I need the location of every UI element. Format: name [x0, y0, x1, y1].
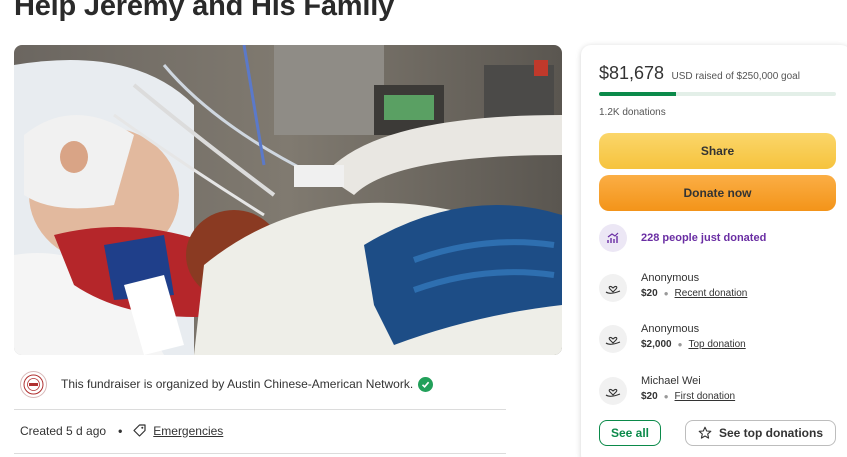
star-icon	[698, 426, 712, 439]
divider	[14, 453, 506, 454]
separator-dot: •	[118, 423, 123, 438]
organizer-text: This fundraiser is organized by Austin C…	[61, 377, 414, 391]
heart-hand-icon	[599, 377, 627, 405]
divider	[14, 409, 506, 410]
see-top-donations-button[interactable]: See top donations	[685, 420, 836, 446]
trending-up-icon	[599, 224, 627, 252]
share-button[interactable]: Share	[599, 133, 836, 169]
donation-item: Anonymous $2,000 ● Top donation	[599, 323, 746, 353]
heart-hand-icon	[599, 325, 627, 353]
amount-raised: $81,678 USD raised of $250,000 goal	[599, 63, 800, 84]
organization-logo-icon[interactable]	[20, 370, 47, 398]
category-link[interactable]: Emergencies	[153, 424, 223, 438]
verified-check-icon	[418, 376, 434, 392]
created-time: Created 5 d ago	[20, 423, 107, 438]
tag-icon	[132, 423, 147, 438]
progress-fill	[599, 92, 677, 96]
amount-raised-value: $81,678	[599, 63, 665, 83]
donation-amount: $2,000	[641, 339, 672, 350]
donation-item: Michael Wei $20 ● First donation	[599, 375, 735, 405]
donation-amount: $20	[641, 391, 658, 402]
goal-text: USD raised of $250,000 goal	[671, 71, 800, 82]
donation-type-link[interactable]: First donation	[675, 391, 736, 402]
donor-name: Anonymous	[641, 323, 700, 335]
campaign-meta: Created 5 d ago • Emergencies	[20, 423, 223, 438]
donation-amount: $20	[641, 288, 658, 299]
donate-now-button[interactable]: Donate now	[599, 175, 836, 211]
campaign-photo	[14, 45, 562, 355]
see-top-donations-label: See top donations	[718, 426, 823, 440]
heart-hand-icon	[599, 274, 627, 302]
donor-name: Michael Wei	[641, 375, 701, 387]
progress-bar	[599, 92, 836, 96]
momentum-text: 228 people just donated	[641, 232, 767, 244]
organizer-row: This fundraiser is organized by Austin C…	[20, 370, 434, 398]
separator-dot: ●	[663, 289, 669, 298]
donation-count: 1.2K donations	[599, 107, 666, 118]
donation-type-link[interactable]: Top donation	[688, 339, 745, 350]
donation-panel: $81,678 USD raised of $250,000 goal 1.2K…	[581, 45, 847, 457]
donation-item: Anonymous $20 ● Recent donation	[599, 272, 747, 302]
momentum-row: 228 people just donated	[599, 224, 766, 252]
separator-dot: ●	[663, 392, 669, 401]
donation-type-link[interactable]: Recent donation	[675, 288, 748, 299]
see-all-button[interactable]: See all	[599, 420, 661, 446]
donor-name: Anonymous	[641, 272, 700, 284]
separator-dot: ●	[677, 340, 683, 349]
page-title: Help Jeremy and His Family	[14, 0, 395, 22]
